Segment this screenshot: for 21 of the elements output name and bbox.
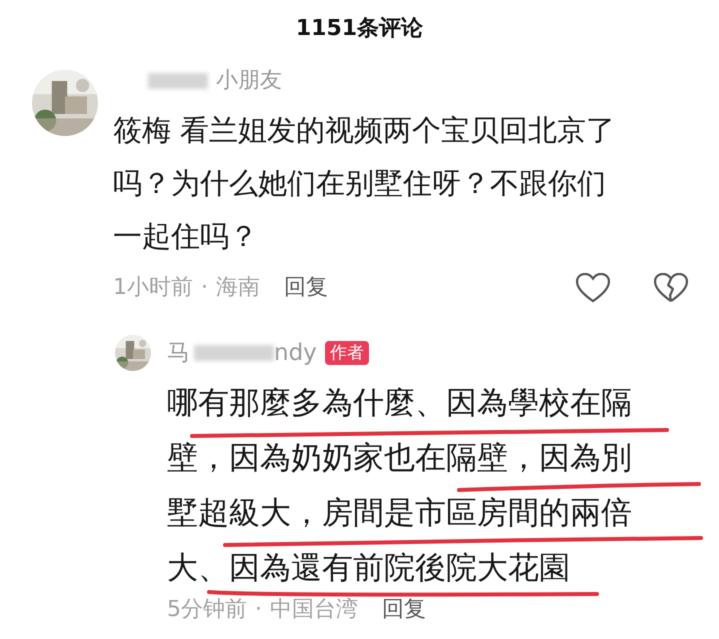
heart-icon[interactable] (576, 273, 610, 303)
separator-dot: · (201, 274, 208, 302)
broken-heart-icon[interactable] (654, 273, 688, 303)
reply-text-line: 大、因為還有前院後院大花園 (167, 550, 570, 586)
author-badge: 作者 (324, 341, 369, 365)
reply-link[interactable]: 回复 (284, 274, 328, 302)
blurred-name-part (148, 73, 208, 89)
author-name: ndy (274, 339, 317, 368)
author-name: 马 (167, 339, 190, 368)
reply-time: 5分钟前 (167, 596, 247, 624)
reply-location: 中国台湾 (270, 596, 358, 624)
reply-text-line: 哪有那麼多為什麼、因為學校在隔 (167, 385, 632, 421)
comment-time: 1小时前 (113, 274, 193, 302)
author-name: 小朋友 (216, 67, 282, 95)
comment-text: 筱梅 看兰姐发的视频两个宝贝回北京了吗？为什么她们在别墅住呀？不跟你们一起住吗？ (113, 112, 616, 255)
reply-text-line: 壁，因為奶奶家也在隔壁，因為別 (167, 440, 632, 476)
comment-count-title: 1151条评论 (296, 16, 424, 41)
separator-dot: · (255, 596, 262, 624)
comment-location: 海南 (216, 274, 260, 302)
reply-text-line: 墅超級大，房間是市區房間的兩倍 (167, 495, 632, 531)
reply-link[interactable]: 回复 (382, 596, 426, 624)
